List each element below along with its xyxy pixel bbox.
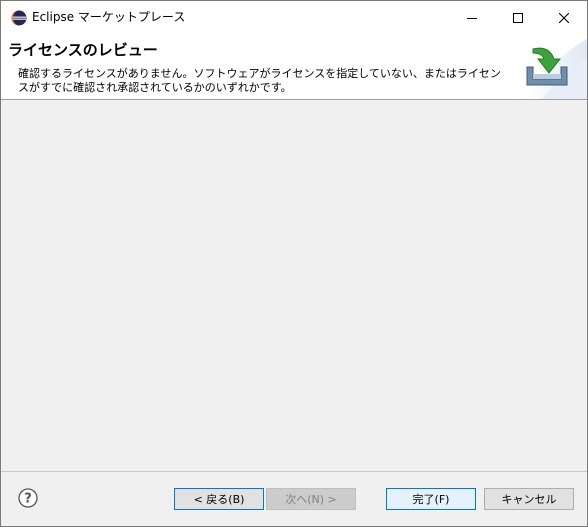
page-title: ライセンスのレビュー bbox=[8, 41, 158, 59]
header-message: 確認するライセンスがありません。ソフトウェアがライセンスを指定していない、または… bbox=[18, 67, 501, 94]
svg-text:?: ? bbox=[24, 492, 32, 507]
minimize-button[interactable] bbox=[449, 1, 495, 34]
title-bar[interactable]: Eclipse マーケットプレース bbox=[1, 1, 587, 34]
finish-button[interactable]: 完了(F) bbox=[386, 488, 476, 510]
maximize-button[interactable] bbox=[495, 1, 541, 34]
dialog-window: Eclipse マーケットプレース ライセンスのレビュー 確認するライセンスがあ… bbox=[0, 0, 588, 527]
maximize-icon bbox=[513, 12, 523, 23]
close-button[interactable] bbox=[541, 1, 587, 34]
footer-divider bbox=[1, 471, 587, 472]
help-icon[interactable]: ? bbox=[18, 488, 38, 508]
install-icon bbox=[526, 47, 568, 86]
minimize-icon bbox=[467, 17, 477, 19]
content-area bbox=[1, 100, 587, 471]
window-title: Eclipse マーケットプレース bbox=[32, 10, 186, 24]
back-button[interactable]: < 戻る(B) bbox=[174, 488, 264, 510]
wizard-header: ライセンスのレビュー 確認するライセンスがありません。ソフトウェアがライセンスを… bbox=[1, 34, 587, 99]
cancel-button[interactable]: キャンセル bbox=[484, 488, 574, 510]
next-button[interactable]: 次へ(N) > bbox=[266, 488, 356, 510]
close-icon bbox=[559, 12, 569, 23]
eclipse-icon bbox=[11, 10, 27, 26]
